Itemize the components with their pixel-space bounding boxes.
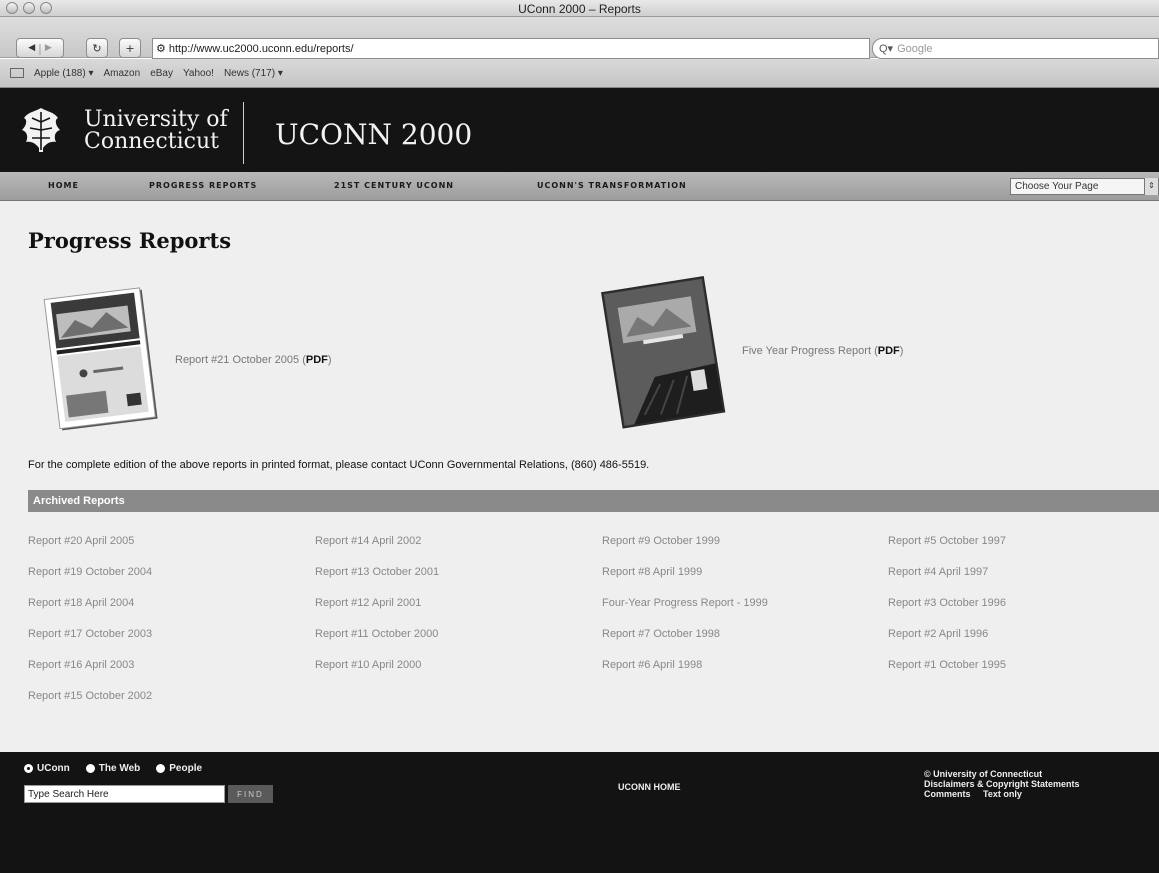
uconn-home-link[interactable]: UCONN HOME [618, 782, 681, 792]
archive-report-link[interactable]: Report #15 October 2002 [28, 690, 152, 721]
bookmark-ebay[interactable]: eBay [150, 68, 173, 79]
university-name-line1: University of [84, 107, 228, 132]
search-scope-options: UConn The Web People [24, 763, 202, 774]
five-year-report-link[interactable]: Five Year Progress Report (PDF) [742, 345, 903, 357]
bookmark-amazon[interactable]: Amazon [104, 68, 141, 79]
university-name[interactable]: University of Connecticut [84, 109, 228, 153]
archive-report-link[interactable]: Report #2 April 1996 [888, 628, 1006, 659]
bookmark-news[interactable]: News (717) ▾ [224, 68, 283, 79]
main-nav: HOME PROGRESS REPORTS 21ST CENTURY UCONN… [0, 172, 1159, 201]
archive-report-link[interactable]: Report #11 October 2000 [315, 628, 439, 659]
report-21-cover-image[interactable] [40, 287, 165, 433]
site-title[interactable]: UCONN 2000 [275, 118, 472, 151]
archived-reports-header: Archived Reports [28, 490, 1159, 512]
main-content: Progress Reports Report #21 October 2005… [0, 201, 1159, 752]
scope-people-label: People [169, 763, 203, 774]
scope-web-label: The Web [98, 763, 141, 774]
reload-icon: ↻ [92, 41, 102, 55]
archive-report-link[interactable]: Report #19 October 2004 [28, 566, 152, 597]
browser-search-field[interactable]: Q▾ [872, 38, 1159, 59]
oak-leaf-crest-icon[interactable] [20, 106, 62, 152]
choose-page-select[interactable]: Choose Your Page ⇕ [1010, 178, 1159, 195]
site-search-input[interactable] [24, 785, 225, 803]
archive-report-link[interactable]: Report #18 April 2004 [28, 597, 152, 628]
plus-icon: + [125, 41, 135, 55]
five-year-report-label: Five Year Progress Report [742, 345, 872, 357]
browser-toolbar: ◀ | ▶ ↻ + ⚙ Q▾ [0, 17, 1159, 59]
archive-report-link[interactable]: Report #13 October 2001 [315, 566, 439, 597]
copyright-text: © University of Connecticut [924, 769, 1043, 779]
archive-report-link[interactable]: Report #20 April 2005 [28, 535, 152, 566]
scope-web-radio[interactable] [85, 764, 95, 773]
address-bar[interactable]: ⚙ [152, 38, 870, 59]
disclaimers-link[interactable]: Disclaimers & Copyright Statements [924, 779, 1080, 789]
report-21-pdf-label: PDF [305, 354, 328, 366]
window-title: UConn 2000 – Reports [518, 2, 641, 16]
archive-report-link[interactable]: Report #6 April 1998 [602, 659, 768, 690]
page-title: Progress Reports [28, 228, 232, 253]
five-year-report-cover-image[interactable] [595, 271, 735, 431]
scope-people-radio[interactable] [156, 764, 166, 773]
site-footer: UConn The Web People FIND UCONN HOME © U… [0, 752, 1159, 873]
archive-report-link[interactable]: Report #5 October 1997 [888, 535, 1006, 566]
five-year-report-pdf-label: PDF [877, 345, 900, 357]
archive-column-2: Report #14 April 2002 Report #13 October… [315, 535, 439, 690]
archive-column-4: Report #5 October 1997 Report #4 April 1… [888, 535, 1006, 690]
search-icon: Q▾ [879, 43, 894, 55]
archive-report-link[interactable]: Report #16 April 2003 [28, 659, 152, 690]
bookmark-apple[interactable]: Apple (188) ▾ [34, 68, 94, 79]
archive-report-link[interactable]: Report #17 October 2003 [28, 628, 152, 659]
forward-arrow-icon[interactable]: ▶ [45, 43, 52, 53]
bookmark-yahoo[interactable]: Yahoo! [183, 68, 214, 79]
nav-progress-reports[interactable]: PROGRESS REPORTS [149, 181, 257, 190]
university-name-line2: Connecticut [84, 129, 219, 154]
comments-link[interactable]: Comments [924, 789, 971, 799]
header-divider [243, 102, 244, 164]
contact-note: For the complete edition of the above re… [28, 459, 650, 471]
archive-report-link[interactable]: Report #4 April 1997 [888, 566, 1006, 597]
bookmarks-book-icon[interactable] [10, 68, 24, 78]
archive-column-3: Report #9 October 1999 Report #8 April 1… [602, 535, 768, 690]
archive-report-link[interactable]: Report #10 April 2000 [315, 659, 439, 690]
back-forward-buttons[interactable]: ◀ | ▶ [16, 38, 64, 58]
report-21-link[interactable]: Report #21 October 2005 (PDF) [175, 354, 332, 366]
choose-page-value: Choose Your Page [1015, 181, 1099, 192]
window-titlebar: UConn 2000 – Reports [0, 0, 1159, 17]
reload-button[interactable]: ↻ [86, 38, 108, 58]
nav-uconns-transformation[interactable]: UCONN'S TRANSFORMATION [537, 181, 687, 190]
back-arrow-icon[interactable]: ◀ [28, 43, 35, 53]
nav-home[interactable]: HOME [48, 181, 79, 190]
archive-report-link[interactable]: Report #14 April 2002 [315, 535, 439, 566]
archive-report-link[interactable]: Report #12 April 2001 [315, 597, 439, 628]
legal-links: © University of Connecticut Disclaimers … [924, 769, 1080, 799]
site-header: University of Connecticut UCONN 2000 [0, 88, 1159, 172]
archive-report-link[interactable]: Report #3 October 1996 [888, 597, 1006, 628]
nav-21st-century-uconn[interactable]: 21ST CENTURY UCONN [334, 181, 454, 190]
site-favicon-icon: ⚙ [156, 43, 166, 55]
scope-uconn-radio[interactable] [24, 764, 33, 773]
scope-web[interactable]: The Web [85, 763, 141, 774]
text-only-link[interactable]: Text only [983, 789, 1022, 799]
archive-report-link[interactable]: Report #1 October 1995 [888, 659, 1006, 690]
report-21-label: Report #21 October 2005 [175, 354, 300, 366]
bookmarks-bar: Apple (188) ▾ Amazon eBay Yahoo! News (7… [0, 59, 1159, 88]
scope-people[interactable]: People [156, 763, 202, 774]
scope-uconn[interactable]: UConn [24, 763, 70, 774]
scope-uconn-label: UConn [37, 763, 70, 774]
url-input[interactable] [168, 42, 769, 55]
add-bookmark-button[interactable]: + [119, 38, 141, 58]
archive-report-link[interactable]: Report #9 October 1999 [602, 535, 768, 566]
archive-report-link[interactable]: Report #8 April 1999 [602, 566, 768, 597]
archive-report-link[interactable]: Report #7 October 1998 [602, 628, 768, 659]
archive-report-link[interactable]: Four-Year Progress Report - 1999 [602, 597, 768, 628]
select-arrows-icon: ⇕ [1144, 178, 1158, 195]
browser-search-input[interactable] [897, 42, 1098, 55]
archive-column-1: Report #20 April 2005 Report #19 October… [28, 535, 152, 721]
find-button[interactable]: FIND [228, 785, 273, 803]
